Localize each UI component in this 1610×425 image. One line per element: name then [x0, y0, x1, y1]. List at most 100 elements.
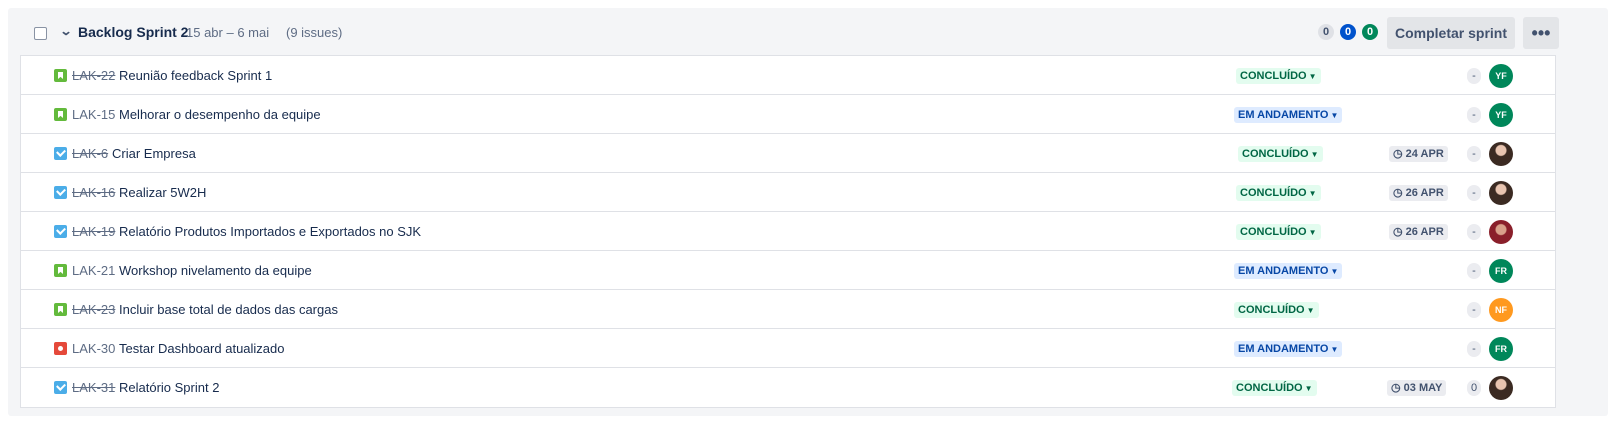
issue-summary[interactable]: Criar Empresa: [112, 146, 196, 161]
issue-summary[interactable]: Testar Dashboard atualizado: [119, 341, 285, 356]
assignee-avatar[interactable]: FR: [1489, 337, 1513, 361]
issue-key-link[interactable]: LAK-6: [72, 146, 108, 161]
sprint-issue-count: (9 issues): [286, 25, 343, 40]
issue-key-link[interactable]: LAK-15: [72, 107, 115, 122]
assignee-avatar[interactable]: [1489, 142, 1513, 166]
status-dropdown[interactable]: EM ANDAMENTO ▼: [1234, 341, 1343, 357]
due-date-text: 03 MAY: [1403, 382, 1443, 394]
issue-summary[interactable]: Relatório Produtos Importados e Exportad…: [119, 224, 421, 239]
status-dropdown[interactable]: CONCLUÍDO ▼: [1232, 380, 1317, 396]
issue-key-link[interactable]: LAK-30: [72, 341, 115, 356]
due-date-lozenge: ◷ 26 APR: [1389, 185, 1448, 201]
due-date-lozenge: ◷ 26 APR: [1389, 224, 1448, 240]
status-label: CONCLUÍDO: [1240, 70, 1307, 82]
estimate-badge: 0: [1467, 380, 1481, 396]
issue-key-link[interactable]: LAK-31: [72, 380, 115, 395]
todo-count-badge: 0: [1318, 24, 1334, 40]
due-date-text: 24 APR: [1405, 148, 1444, 160]
bug-type-icon: [54, 342, 67, 355]
more-actions-button[interactable]: •••: [1523, 17, 1559, 49]
issue-row[interactable]: LAK-19 Relatório Produtos Importados e Ex…: [21, 212, 1555, 251]
status-dropdown[interactable]: CONCLUÍDO ▼: [1234, 302, 1319, 318]
assignee-avatar[interactable]: [1489, 220, 1513, 244]
estimate-badge: -: [1467, 341, 1481, 357]
clock-icon: ◷: [1391, 382, 1404, 394]
issue-key-link[interactable]: LAK-23: [72, 302, 115, 317]
estimate-badge: -: [1467, 107, 1481, 123]
status-label: EM ANDAMENTO: [1238, 109, 1329, 121]
estimate-badge: -: [1467, 302, 1481, 318]
status-dropdown[interactable]: EM ANDAMENTO ▼: [1234, 107, 1343, 123]
clock-icon: ◷: [1393, 226, 1406, 238]
chevron-down-icon: ▼: [1306, 306, 1315, 315]
estimate-badge: -: [1467, 224, 1481, 240]
clock-icon: ◷: [1393, 148, 1406, 160]
due-date-lozenge: ◷ 24 APR: [1389, 146, 1448, 162]
due-date-text: 26 APR: [1405, 226, 1444, 238]
issue-key-link[interactable]: LAK-16: [72, 185, 115, 200]
collapse-chevron-icon[interactable]: ⌄: [59, 24, 72, 38]
select-sprint-checkbox[interactable]: [34, 27, 47, 40]
due-date-lozenge: ◷ 03 MAY: [1387, 380, 1447, 396]
task-type-icon: [54, 186, 67, 199]
issue-key-link[interactable]: LAK-22: [72, 68, 115, 83]
assignee-avatar[interactable]: [1489, 181, 1513, 205]
issue-row[interactable]: LAK-23 Incluir base total de dados das ca…: [21, 290, 1555, 329]
estimate-badge: -: [1467, 146, 1481, 162]
issue-row[interactable]: LAK-6 Criar Empresa CONCLUÍDO ▼ ◷ 24 APR -: [21, 134, 1555, 173]
task-type-icon: [54, 147, 67, 160]
story-type-icon: [54, 303, 67, 316]
chevron-down-icon: ▼: [1330, 267, 1339, 276]
status-dropdown[interactable]: EM ANDAMENTO ▼: [1234, 263, 1343, 279]
assignee-avatar[interactable]: [1489, 376, 1513, 400]
issue-summary[interactable]: Workshop nivelamento da equipe: [119, 263, 312, 278]
chevron-down-icon: ▼: [1330, 345, 1339, 354]
status-label: CONCLUÍDO: [1242, 148, 1309, 160]
assignee-avatar[interactable]: YF: [1489, 103, 1513, 127]
issue-row[interactable]: LAK-30 Testar Dashboard atualizado EM ANDA…: [21, 329, 1555, 368]
issue-row[interactable]: LAK-15 Melhorar o desempenho da equipe EM …: [21, 95, 1555, 134]
issue-row[interactable]: LAK-21 Workshop nivelamento da equipe EM A…: [21, 251, 1555, 290]
status-label: CONCLUÍDO: [1238, 304, 1305, 316]
estimate-badge: -: [1467, 185, 1481, 201]
estimate-badge: -: [1467, 263, 1481, 279]
status-label: CONCLUÍDO: [1236, 382, 1303, 394]
status-label: CONCLUÍDO: [1240, 226, 1307, 238]
sprint-panel: ⌄ Backlog Sprint 2 15 abr – 6 mai (9 iss…: [8, 8, 1608, 416]
status-dropdown[interactable]: CONCLUÍDO ▼: [1238, 146, 1323, 162]
done-count-badge: 0: [1362, 24, 1378, 40]
assignee-avatar[interactable]: YF: [1489, 64, 1513, 88]
issue-key-link[interactable]: LAK-21: [72, 263, 115, 278]
assignee-avatar[interactable]: FR: [1489, 259, 1513, 283]
issue-row[interactable]: LAK-31 Relatório Sprint 2 CONCLUÍDO ▼ ◷ 03 M…: [21, 368, 1555, 407]
clock-icon: ◷: [1393, 187, 1406, 199]
issue-summary[interactable]: Realizar 5W2H: [119, 185, 206, 200]
issue-summary[interactable]: Relatório Sprint 2: [119, 380, 219, 395]
sprint-dates: 15 abr – 6 mai: [186, 25, 270, 40]
in-progress-count-badge: 0: [1340, 24, 1356, 40]
task-type-icon: [54, 381, 67, 394]
assignee-avatar[interactable]: NF: [1489, 298, 1513, 322]
status-label: CONCLUÍDO: [1240, 187, 1307, 199]
story-type-icon: [54, 264, 67, 277]
issue-summary[interactable]: Incluir base total de dados das cargas: [119, 302, 338, 317]
issue-summary[interactable]: Reunião feedback Sprint 1: [119, 68, 272, 83]
issue-row[interactable]: LAK-22 Reunião feedback Sprint 1 CONCLUÍDO…: [21, 56, 1555, 95]
issue-summary[interactable]: Melhorar o desempenho da equipe: [119, 107, 321, 122]
issue-row[interactable]: LAK-16 Realizar 5W2H CONCLUÍDO ▼ ◷ 26 APR -: [21, 173, 1555, 212]
sprint-header: ⌄ Backlog Sprint 2 15 abr – 6 mai (9 iss…: [8, 8, 1608, 56]
issue-key-link[interactable]: LAK-19: [72, 224, 115, 239]
chevron-down-icon: ▼: [1310, 150, 1319, 159]
chevron-down-icon: ▼: [1308, 189, 1317, 198]
status-dropdown[interactable]: CONCLUÍDO ▼: [1236, 68, 1321, 84]
sprint-name[interactable]: Backlog Sprint 2: [78, 24, 188, 40]
story-type-icon: [54, 69, 67, 82]
complete-sprint-button[interactable]: Completar sprint: [1387, 17, 1515, 49]
status-dropdown[interactable]: CONCLUÍDO ▼: [1236, 185, 1321, 201]
chevron-down-icon: ▼: [1308, 228, 1317, 237]
status-dropdown[interactable]: CONCLUÍDO ▼: [1236, 224, 1321, 240]
chevron-down-icon: ▼: [1308, 72, 1317, 81]
estimate-badge: -: [1467, 68, 1481, 84]
chevron-down-icon: ▼: [1304, 384, 1313, 393]
task-type-icon: [54, 225, 67, 238]
